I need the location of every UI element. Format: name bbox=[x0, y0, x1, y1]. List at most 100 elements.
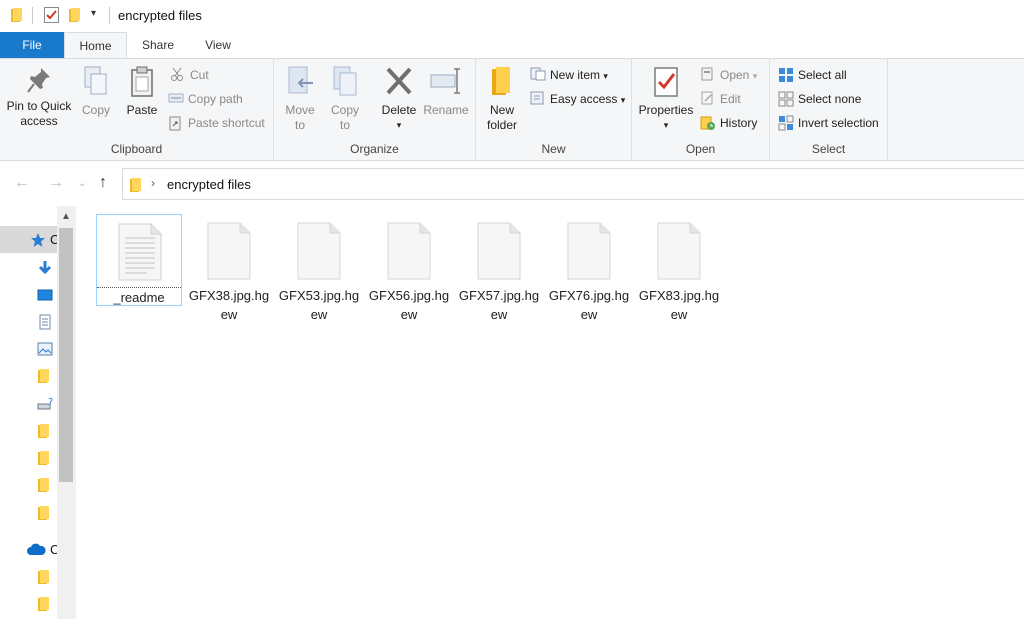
properties-icon bbox=[654, 67, 678, 97]
address-bar[interactable]: › encrypted files bbox=[122, 168, 1024, 200]
cut-button[interactable]: Cut bbox=[170, 65, 209, 85]
open-icon bbox=[701, 67, 713, 81]
paste-shortcut-button[interactable]: Paste shortcut bbox=[168, 113, 265, 133]
easy-access-button[interactable]: Easy access ▾ bbox=[530, 89, 625, 109]
file-item[interactable]: GFX76.jpg.hgew bbox=[546, 214, 632, 322]
pictures-icon bbox=[37, 342, 53, 356]
nav-item-network-drive[interactable]: ? bbox=[0, 390, 57, 417]
select-all-button[interactable]: Select all bbox=[778, 65, 847, 85]
network-drive-icon: ? bbox=[37, 397, 53, 410]
properties-button[interactable]: Properties ▾ bbox=[636, 65, 696, 133]
clipboard-group: Pin to Quick access Copy Paste Cut Copy … bbox=[0, 59, 274, 160]
copy-path-button[interactable]: Copy path bbox=[168, 89, 243, 109]
new-group: New folder New item ▾ Easy access ▾ New bbox=[476, 59, 632, 160]
recent-locations-chevron-icon[interactable]: ⌄ bbox=[78, 178, 86, 189]
nav-item-desktop[interactable] bbox=[0, 281, 57, 308]
properties-qat-icon[interactable] bbox=[44, 7, 59, 23]
up-arrow-icon[interactable]: ↑ bbox=[99, 174, 107, 192]
open-dropdown-icon[interactable]: ▾ bbox=[753, 71, 758, 81]
desktop-icon bbox=[37, 289, 53, 301]
move-to-button[interactable]: Move to bbox=[280, 65, 320, 133]
move-to-label-line2: to bbox=[294, 118, 305, 132]
edit-icon bbox=[701, 91, 713, 105]
folder-icon bbox=[38, 478, 49, 492]
file-item[interactable]: GFX57.jpg.hgew bbox=[456, 214, 542, 322]
tab-view[interactable]: View bbox=[189, 32, 247, 58]
folder-icon[interactable] bbox=[10, 7, 24, 23]
folder-icon bbox=[38, 451, 49, 465]
new-folder-qat-icon[interactable] bbox=[68, 7, 82, 23]
scroll-up-arrow-icon[interactable]: ▲ bbox=[57, 208, 75, 226]
tab-home[interactable]: Home bbox=[64, 32, 127, 59]
nav-item-folder[interactable] bbox=[0, 362, 57, 389]
select-all-label: Select all bbox=[798, 68, 847, 82]
organize-group: Move to Copy to Delete ▾ Rename Organize bbox=[274, 59, 476, 160]
title-separator bbox=[109, 7, 110, 24]
cloud-icon bbox=[27, 543, 46, 555]
copy-to-label-line1: Copy bbox=[330, 103, 359, 117]
nav-item-pictures[interactable] bbox=[0, 335, 57, 362]
new-folder-button[interactable]: New folder bbox=[482, 65, 522, 133]
forward-arrow-icon[interactable]: → bbox=[48, 174, 64, 192]
nav-item-folder[interactable] bbox=[0, 590, 57, 617]
easy-access-dropdown-icon[interactable]: ▾ bbox=[621, 95, 626, 105]
easy-access-icon bbox=[530, 91, 544, 105]
nav-item-quick-access[interactable]: C bbox=[0, 226, 59, 253]
open-button[interactable]: Open ▾ bbox=[700, 65, 757, 85]
select-none-icon bbox=[778, 91, 794, 107]
edit-button[interactable]: Edit bbox=[700, 89, 741, 109]
breadcrumb-current-folder[interactable]: encrypted files bbox=[167, 177, 251, 192]
blank-file-icon bbox=[297, 222, 341, 280]
file-item[interactable]: GFX83.jpg.hgew bbox=[636, 214, 722, 322]
delete-button[interactable]: Delete ▾ bbox=[378, 65, 420, 133]
cut-label: Cut bbox=[190, 68, 209, 82]
invert-selection-button[interactable]: Invert selection bbox=[778, 113, 879, 133]
rename-button[interactable]: Rename bbox=[422, 65, 470, 118]
select-group-label: Select bbox=[811, 142, 846, 156]
tab-share[interactable]: Share bbox=[127, 32, 189, 58]
nav-item-folder[interactable] bbox=[0, 444, 57, 471]
new-item-button[interactable]: New item ▾ bbox=[530, 65, 608, 85]
title-bar: ▾ encrypted files bbox=[0, 0, 1024, 32]
file-item-readme[interactable]: _readme bbox=[96, 214, 182, 306]
nav-item-onedrive[interactable]: C bbox=[0, 536, 59, 563]
nav-item-folder[interactable] bbox=[0, 471, 57, 498]
properties-dropdown-icon[interactable]: ▾ bbox=[636, 118, 696, 133]
file-item[interactable]: GFX53.jpg.hgew bbox=[276, 214, 362, 322]
copy-to-icon bbox=[333, 66, 357, 96]
rename-icon bbox=[430, 68, 460, 94]
file-item[interactable]: GFX56.jpg.hgew bbox=[366, 214, 452, 322]
delete-dropdown-icon[interactable]: ▾ bbox=[378, 118, 420, 133]
nav-pane-scrollbar[interactable]: ▲ bbox=[57, 206, 75, 619]
nav-item-folder[interactable] bbox=[0, 563, 57, 590]
nav-item-folder[interactable] bbox=[0, 499, 57, 526]
blank-file-icon bbox=[477, 222, 521, 280]
select-none-button[interactable]: Select none bbox=[778, 89, 861, 109]
back-arrow-icon[interactable]: ← bbox=[14, 174, 30, 192]
copy-button[interactable]: Copy bbox=[78, 65, 114, 118]
rename-label: Rename bbox=[423, 103, 469, 117]
history-button[interactable]: History bbox=[700, 113, 757, 133]
new-item-icon bbox=[530, 67, 546, 81]
new-folder-label-line2: folder bbox=[486, 118, 518, 132]
paste-button[interactable]: Paste bbox=[122, 65, 162, 118]
scrollbar-thumb[interactable] bbox=[59, 228, 73, 482]
navigation-pane: C ? C ▲ bbox=[0, 206, 76, 619]
pin-to-quick-access-button[interactable]: Pin to Quick access bbox=[4, 65, 74, 129]
new-item-dropdown-icon[interactable]: ▾ bbox=[603, 71, 608, 81]
nav-item-folder[interactable] bbox=[0, 417, 57, 444]
breadcrumb-chevron-icon[interactable]: › bbox=[151, 176, 155, 190]
customize-qat-dropdown[interactable]: ▾ bbox=[91, 8, 96, 19]
copy-label: Copy bbox=[81, 103, 110, 117]
file-list-area: _readme GFX38.jpg.hgew GFX53.jpg.hgew GF… bbox=[77, 206, 1024, 619]
move-to-label-line1: Move bbox=[285, 103, 315, 117]
folder-icon bbox=[38, 369, 49, 383]
nav-item-documents[interactable] bbox=[0, 308, 57, 335]
copy-to-button[interactable]: Copy to bbox=[324, 65, 366, 133]
tab-file[interactable]: File bbox=[0, 32, 64, 58]
open-label: Open bbox=[720, 68, 750, 82]
paste-shortcut-label: Paste shortcut bbox=[188, 116, 265, 130]
file-item[interactable]: GFX38.jpg.hgew bbox=[186, 214, 272, 322]
folder-icon bbox=[38, 506, 49, 520]
nav-item-downloads[interactable] bbox=[0, 254, 57, 281]
